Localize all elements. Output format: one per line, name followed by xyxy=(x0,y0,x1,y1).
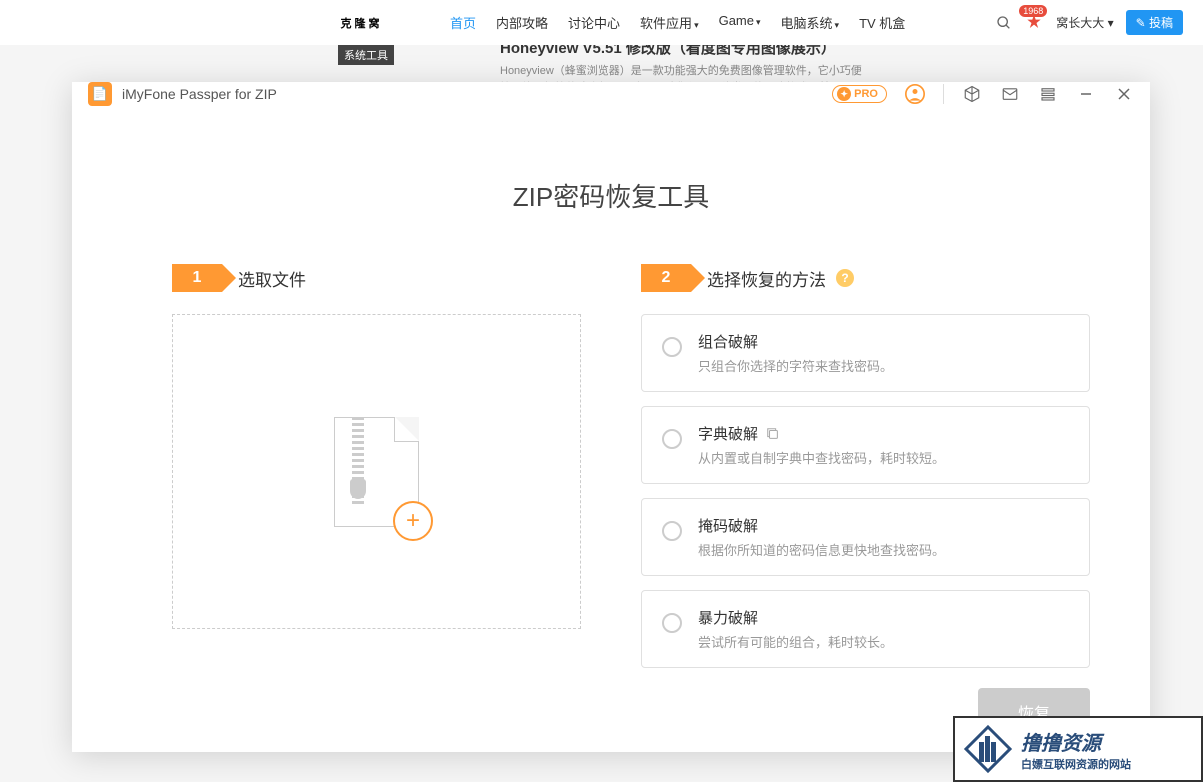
radio-icon xyxy=(662,521,682,541)
nav-forum[interactable]: 讨论中心 xyxy=(568,13,620,32)
step-1-title: 选取文件 xyxy=(238,266,306,291)
step-1-column: 1 选取文件 + xyxy=(132,264,581,668)
pro-label: PRO xyxy=(854,88,878,100)
menu-icon[interactable] xyxy=(1038,84,1058,104)
titlebar: 📄 iMyFone Passper for ZIP ✦ PRO xyxy=(72,82,1150,107)
category-tag[interactable]: 系统工具 xyxy=(338,45,394,65)
site-logo[interactable]: 克 隆 窝 xyxy=(330,15,390,31)
app-icon: 📄 xyxy=(88,82,112,106)
watermark-logo: 撸撸资源 白嫖互联网资源的网站 xyxy=(953,716,1203,782)
mail-icon[interactable] xyxy=(1000,84,1020,104)
option-title: 字典破解 xyxy=(698,423,758,444)
help-icon[interactable]: ? xyxy=(836,269,854,287)
option-desc: 尝试所有可能的组合，耗时较长。 xyxy=(698,632,1069,651)
app-title: iMyFone Passper for ZIP xyxy=(122,86,277,102)
copy-icon xyxy=(766,427,780,441)
option-desc: 从内置或自制字典中查找密码，耗时较短。 xyxy=(698,448,1069,467)
option-dictionary[interactable]: 字典破解 从内置或自制字典中查找密码，耗时较短。 xyxy=(641,406,1090,484)
step-2-column: 2 选择恢复的方法 ? 组合破解 只组合你选择的字符来查找密码。 xyxy=(641,264,1090,668)
radio-icon xyxy=(662,337,682,357)
badge-count: 1968 xyxy=(1019,5,1047,17)
nav-software[interactable]: 软件应用▾ xyxy=(640,13,699,32)
step-1-badge: 1 xyxy=(172,264,222,292)
step-2-title: 选择恢复的方法 xyxy=(707,266,826,291)
step-2-badge: 2 xyxy=(641,264,691,292)
user-icon[interactable] xyxy=(905,84,925,104)
option-mask[interactable]: 掩码破解 根据你所知道的密码信息更快地查找密码。 xyxy=(641,498,1090,576)
minimize-button[interactable] xyxy=(1076,84,1096,104)
radio-icon xyxy=(662,429,682,449)
option-title: 组合破解 xyxy=(698,331,758,352)
zip-file-icon: + xyxy=(334,417,419,527)
watermark-subtitle: 白嫖互联网资源的网站 xyxy=(1021,756,1131,772)
watermark-icon xyxy=(963,724,1013,774)
pro-badge[interactable]: ✦ PRO xyxy=(832,85,887,103)
nav-home[interactable]: 首页 xyxy=(450,13,476,32)
cube-icon[interactable] xyxy=(962,84,982,104)
main-nav: 首页 内部攻略 讨论中心 软件应用▾ Game▾ 电脑系统▾ TV 机盒 xyxy=(450,13,905,32)
notification-badge[interactable]: 1968 xyxy=(1024,13,1044,33)
option-title: 暴力破解 xyxy=(698,607,758,628)
nav-game[interactable]: Game▾ xyxy=(719,13,761,32)
option-desc: 根据你所知道的密码信息更快地查找密码。 xyxy=(698,540,1069,559)
nav-tvbox[interactable]: TV 机盒 xyxy=(859,13,905,32)
add-file-button[interactable]: + xyxy=(393,501,433,541)
option-bruteforce[interactable]: 暴力破解 尝试所有可能的组合，耗时较长。 xyxy=(641,590,1090,668)
nav-system[interactable]: 电脑系统▾ xyxy=(781,13,840,32)
option-desc: 只组合你选择的字符来查找密码。 xyxy=(698,356,1069,375)
file-dropzone[interactable]: + xyxy=(172,314,581,629)
search-icon[interactable] xyxy=(996,15,1012,31)
page-title: ZIP密码恢复工具 xyxy=(132,177,1090,214)
recovery-options: 组合破解 只组合你选择的字符来查找密码。 字典破解 从内置或自制字典中查找密码，… xyxy=(641,314,1090,668)
option-title: 掩码破解 xyxy=(698,515,758,536)
radio-icon xyxy=(662,613,682,633)
close-button[interactable] xyxy=(1114,84,1134,104)
nav-strategy[interactable]: 内部攻略 xyxy=(496,13,548,32)
user-menu[interactable]: 窝长大大 ▾ xyxy=(1056,14,1113,31)
option-combination[interactable]: 组合破解 只组合你选择的字符来查找密码。 xyxy=(641,314,1090,392)
app-window: 📄 iMyFone Passper for ZIP ✦ PRO xyxy=(72,82,1150,752)
background-header: 克 隆 窝 首页 内部攻略 讨论中心 软件应用▾ Game▾ 电脑系统▾ TV … xyxy=(0,0,1203,45)
watermark-title: 撸撸资源 xyxy=(1021,727,1131,756)
site-logo-text: 克 隆 窝 xyxy=(340,15,379,31)
contribute-button[interactable]: ✎ 投稿 xyxy=(1126,10,1183,35)
